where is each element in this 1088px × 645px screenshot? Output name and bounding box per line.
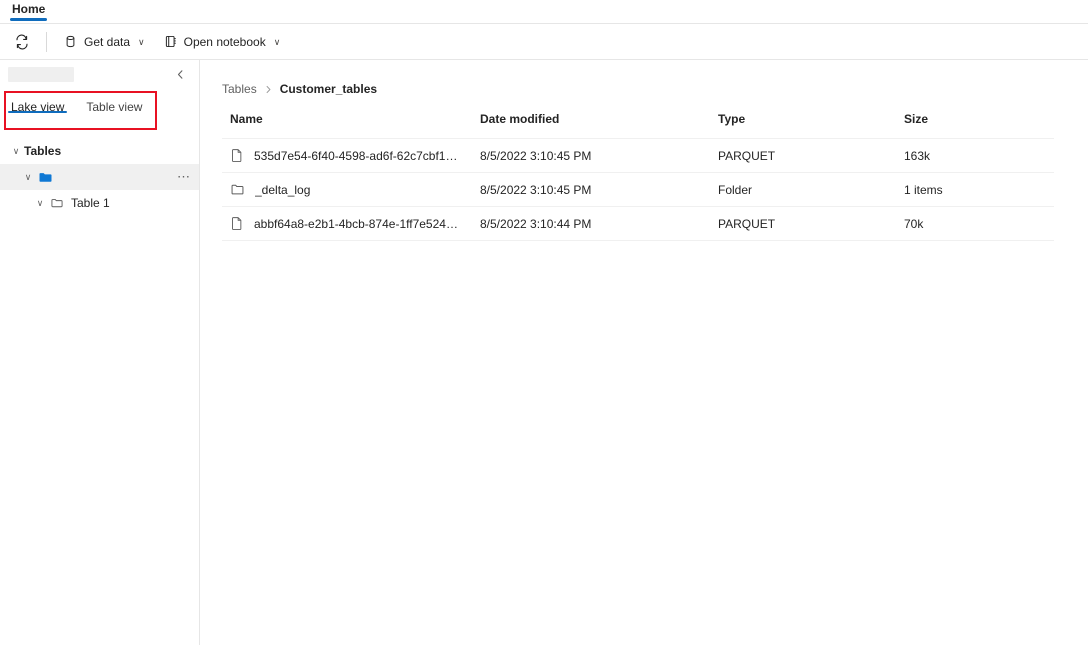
database-icon [63, 34, 78, 49]
get-data-label: Get data [84, 35, 130, 49]
cell-type: PARQUET [718, 139, 904, 173]
tree-node-tables-label: Tables [24, 144, 61, 158]
file-list-body: 535d7e54-6f40-4598-ad6f-62c7cbf1… 8/5/20… [222, 139, 1054, 241]
refresh-icon [14, 34, 30, 50]
chevron-down-icon[interactable]: ∨ [274, 37, 281, 48]
command-bar-divider [46, 32, 47, 52]
column-header-name[interactable]: Name [222, 112, 480, 139]
file-browser-pane: Tables Customer_tables Name Date modifie… [200, 60, 1088, 645]
chevron-down-icon[interactable]: ∨ [138, 37, 145, 48]
table-header-row: Name Date modified Type Size [222, 112, 1054, 139]
cell-size: 163k [904, 139, 1054, 173]
cell-date-modified: 8/5/2022 3:10:45 PM [480, 173, 718, 207]
tree-node-table-1[interactable]: ∨ Table 1 [0, 190, 199, 216]
workspace-body: Lake view Table view ∨ Tables ∨ [0, 60, 1088, 645]
table-row[interactable]: abbf64a8-e2b1-4bcb-874e-1ff7e524… 8/5/20… [222, 207, 1054, 241]
tab-table-view-label: Table view [86, 100, 142, 114]
cell-type: PARQUET [718, 207, 904, 241]
cell-size: 70k [904, 207, 1054, 241]
more-options-button[interactable]: ⋯ [177, 173, 191, 181]
cell-name: _delta_log [222, 173, 480, 207]
view-tabs-container: Lake view Table view [0, 91, 199, 131]
folder-outline-icon [230, 182, 245, 197]
file-name-link[interactable]: 535d7e54-6f40-4598-ad6f-62c7cbf1… [254, 149, 457, 163]
active-tab-indicator [10, 18, 47, 21]
chevron-down-icon[interactable]: ∨ [32, 198, 48, 209]
column-header-date-modified[interactable]: Date modified [480, 112, 718, 139]
file-name-link[interactable]: abbf64a8-e2b1-4bcb-874e-1ff7e524… [254, 217, 458, 231]
file-icon [230, 216, 244, 231]
column-header-size[interactable]: Size [904, 112, 1054, 139]
command-bar: Get data ∨ Open notebook ∨ [0, 24, 1088, 60]
folder-name-link[interactable]: _delta_log [255, 183, 310, 197]
get-data-button[interactable]: Get data ∨ [55, 28, 153, 56]
refresh-button[interactable] [6, 28, 38, 56]
tab-table-view[interactable]: Table view [83, 91, 145, 115]
breadcrumb: Tables Customer_tables [200, 60, 1088, 96]
cell-name: 535d7e54-6f40-4598-ad6f-62c7cbf1… [222, 139, 480, 173]
cell-date-modified: 8/5/2022 3:10:44 PM [480, 207, 718, 241]
ribbon-tab-home-label: Home [12, 2, 45, 16]
ribbon-tab-home[interactable]: Home [8, 0, 49, 17]
tree-node-tables[interactable]: ∨ Tables [0, 138, 199, 164]
file-icon [230, 148, 244, 163]
open-notebook-label: Open notebook [184, 35, 266, 49]
breadcrumb-separator-icon [264, 85, 273, 94]
chevron-down-icon[interactable]: ∨ [8, 146, 24, 157]
folder-outline-icon [48, 196, 66, 210]
cell-type: Folder [718, 173, 904, 207]
lakehouse-name-redacted [8, 67, 74, 82]
explorer-pane: Lake view Table view ∨ Tables ∨ [0, 60, 200, 645]
breadcrumb-item-current: Customer_tables [280, 82, 377, 96]
notebook-icon [163, 34, 178, 49]
table-row[interactable]: _delta_log 8/5/2022 3:10:45 PM Folder 1 … [222, 173, 1054, 207]
active-view-tab-indicator [8, 111, 67, 113]
cell-date-modified: 8/5/2022 3:10:45 PM [480, 139, 718, 173]
chevron-down-icon[interactable]: ∨ [20, 172, 36, 183]
ribbon-tab-strip: Home [0, 0, 1088, 24]
breadcrumb-item-tables[interactable]: Tables [222, 82, 257, 96]
tree-node-table-1-label: Table 1 [71, 196, 110, 210]
tree-node-selected-folder[interactable]: ∨ ⋯ [0, 164, 199, 190]
collapse-pane-button[interactable] [171, 65, 189, 83]
cell-name: abbf64a8-e2b1-4bcb-874e-1ff7e524… [222, 207, 480, 241]
file-list-table: Name Date modified Type Size [222, 112, 1054, 241]
open-notebook-button[interactable]: Open notebook ∨ [155, 28, 289, 56]
folder-filled-icon [36, 170, 54, 185]
explorer-header [0, 60, 199, 88]
tab-lake-view[interactable]: Lake view [8, 91, 67, 115]
object-explorer-tree: ∨ Tables ∨ ⋯ ∨ [0, 131, 199, 216]
table-row[interactable]: 535d7e54-6f40-4598-ad6f-62c7cbf1… 8/5/20… [222, 139, 1054, 173]
column-header-type[interactable]: Type [718, 112, 904, 139]
file-list-header: Name Date modified Type Size [222, 112, 1054, 139]
cell-size: 1 items [904, 173, 1054, 207]
